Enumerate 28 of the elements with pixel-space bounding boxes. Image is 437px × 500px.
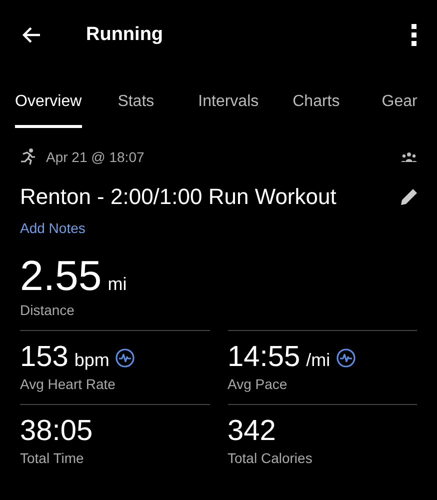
- group-icon[interactable]: [401, 152, 417, 162]
- stat-unit: /mi: [306, 350, 330, 371]
- runner-icon: [20, 148, 36, 166]
- pulse-chart-icon[interactable]: [115, 348, 136, 368]
- stat-label: Avg Heart Rate: [20, 376, 116, 392]
- page-title: Running: [86, 24, 164, 46]
- distance-label: Distance: [20, 302, 76, 318]
- stat-unit: bpm: [74, 350, 110, 371]
- tab[interactable]: Charts: [292, 93, 340, 128]
- tab[interactable]: Gear: [382, 93, 418, 128]
- tab[interactable]: Intervals: [198, 93, 259, 128]
- workout-title: Renton - 2:00/1:00 Run Workout: [20, 184, 338, 210]
- activity-date: Apr 21 @ 18:07: [46, 149, 146, 165]
- stat-value: 153: [20, 341, 68, 374]
- add-notes-link[interactable]: Add Notes: [20, 220, 86, 236]
- stat-value: 38:05: [20, 415, 93, 448]
- tab[interactable]: Overview: [15, 93, 82, 128]
- pencil-icon[interactable]: [399, 187, 419, 207]
- distance-value: 2.55: [20, 252, 102, 300]
- tab[interactable]: Stats: [118, 93, 154, 128]
- distance-unit: mi: [108, 274, 127, 295]
- stat-value: 342: [228, 415, 276, 448]
- stat-label: Total Time: [20, 450, 85, 466]
- pulse-chart-icon[interactable]: [336, 348, 356, 368]
- stat-value: 14:55: [228, 341, 300, 374]
- stat-label: Avg Pace: [228, 376, 288, 392]
- stat-label: Total Calories: [228, 450, 314, 466]
- more-menu-icon[interactable]: [411, 24, 417, 46]
